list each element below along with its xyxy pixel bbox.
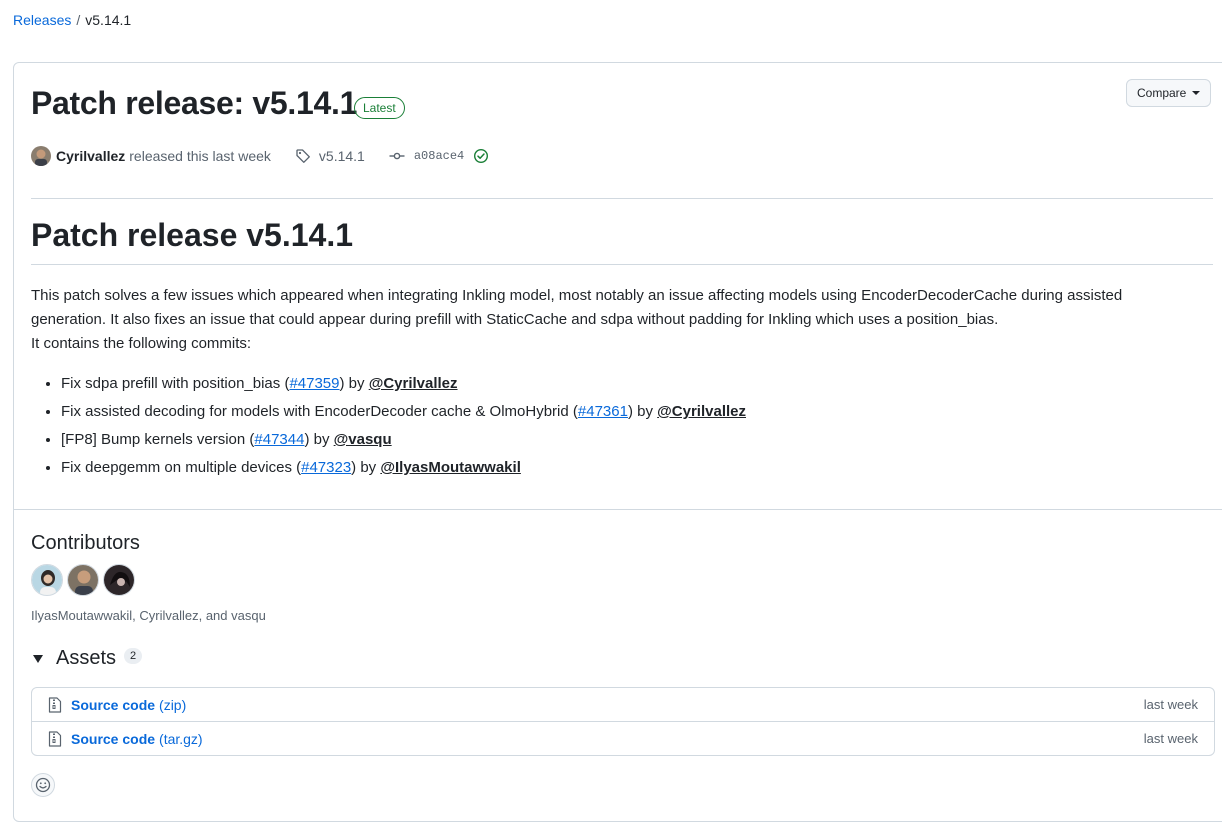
add-reaction-button[interactable] (31, 773, 55, 797)
commit-item: Fix assisted decoding for models with En… (61, 398, 746, 426)
commit-by: ) by (339, 375, 369, 392)
commit-by: ) by (304, 431, 334, 448)
pr-link[interactable]: #47361 (578, 403, 628, 420)
author-link[interactable]: Cyrilvallez (56, 148, 125, 164)
breadcrumb-current: v5.14.1 (85, 12, 132, 28)
compare-button[interactable]: Compare (1126, 79, 1212, 107)
asset-link-zip[interactable]: Source code (71, 697, 155, 713)
assets-list: Source code (zip) last week Source code … (31, 687, 1215, 756)
section-divider (14, 509, 1222, 510)
user-mention-link[interactable]: @IlyasMoutawwakil (380, 459, 521, 476)
contributors-title: Contributors (31, 532, 140, 554)
release-card: Patch release: v5.14.1 Latest Compare Cy… (13, 62, 1222, 822)
latest-badge: Latest (354, 97, 405, 119)
breadcrumb-separator: / (76, 12, 81, 28)
header-divider (31, 198, 1213, 199)
triangle-down-icon (33, 654, 43, 663)
chevron-down-icon (1192, 91, 1201, 95)
commit-item: Fix deepgemm on multiple devices (#47323… (61, 454, 746, 482)
commit-sha: a08ace4 (413, 149, 465, 163)
notes-line-1: This patch solves a few issues which app… (31, 287, 1123, 304)
release-notes-paragraph: This patch solves a few issues which app… (31, 284, 1201, 356)
commit-text: Fix deepgemm on multiple devices ( (61, 459, 302, 476)
asset-link-targz[interactable]: Source code (71, 731, 155, 747)
tag-label: v5.14.1 (318, 148, 365, 164)
check-circle-icon (474, 148, 489, 164)
commit-link[interactable]: a08ace4 (389, 148, 489, 164)
git-commit-icon (389, 152, 405, 160)
commit-by: ) by (627, 403, 658, 420)
asset-ext: (zip) (159, 696, 187, 713)
contributor-names: IlyasMoutawwakil, Cyrilvallez, and vasqu (31, 608, 266, 623)
smiley-icon (35, 777, 51, 793)
asset-time: last week (1143, 731, 1198, 746)
asset-time: last week (1143, 697, 1198, 712)
assets-toggle[interactable]: Assets 2 (31, 647, 143, 670)
asset-row: Source code (zip) last week (32, 688, 1214, 721)
commit-text: [FP8] Bump kernels version ( (61, 431, 255, 448)
assets-title: Assets (56, 647, 117, 669)
file-zip-icon (48, 730, 62, 747)
pr-link[interactable]: #47344 (254, 431, 304, 448)
file-zip-icon (48, 696, 62, 713)
user-mention-link[interactable]: @Cyrilvallez (369, 375, 458, 392)
release-title[interactable]: Patch release: v5.14.1 (31, 85, 357, 122)
notes-line-2: generation. It also fixes an issue that … (31, 311, 999, 328)
release-meta: Cyrilvallez released this last week v5.1… (31, 145, 489, 167)
heading-underline (31, 264, 1213, 265)
avatar[interactable] (103, 564, 135, 596)
notes-heading: Patch release v5.14.1 (31, 217, 354, 253)
tag-icon (296, 149, 310, 163)
released-text: released this last week (129, 148, 271, 164)
user-mention-link[interactable]: @vasqu (334, 431, 392, 448)
user-mention-link[interactable]: @Cyrilvallez (657, 403, 746, 420)
commit-text: Fix sdpa prefill with position_bias ( (61, 375, 290, 392)
breadcrumb: Releases / v5.14.1 (13, 12, 131, 28)
avatar[interactable] (67, 564, 99, 596)
breadcrumb-releases-link[interactable]: Releases (13, 12, 71, 28)
pr-link[interactable]: #47323 (301, 459, 351, 476)
asset-ext: (tar.gz) (159, 730, 203, 747)
author-avatar[interactable] (31, 146, 51, 166)
compare-label: Compare (1137, 86, 1187, 100)
commit-list: Fix sdpa prefill with position_bias (#47… (31, 370, 746, 482)
commit-item: [FP8] Bump kernels version (#47344) by @… (61, 426, 746, 454)
commit-text: Fix assisted decoding for models with En… (61, 403, 578, 420)
assets-count-badge: 2 (124, 647, 143, 664)
contributor-avatars (31, 564, 135, 596)
tag-link[interactable]: v5.14.1 (295, 148, 365, 164)
notes-line-3: It contains the following commits: (31, 335, 252, 352)
avatar[interactable] (31, 564, 63, 596)
commit-by: ) by (351, 459, 381, 476)
pr-link[interactable]: #47359 (289, 375, 339, 392)
asset-row: Source code (tar.gz) last week (32, 721, 1214, 755)
commit-item: Fix sdpa prefill with position_bias (#47… (61, 370, 746, 398)
